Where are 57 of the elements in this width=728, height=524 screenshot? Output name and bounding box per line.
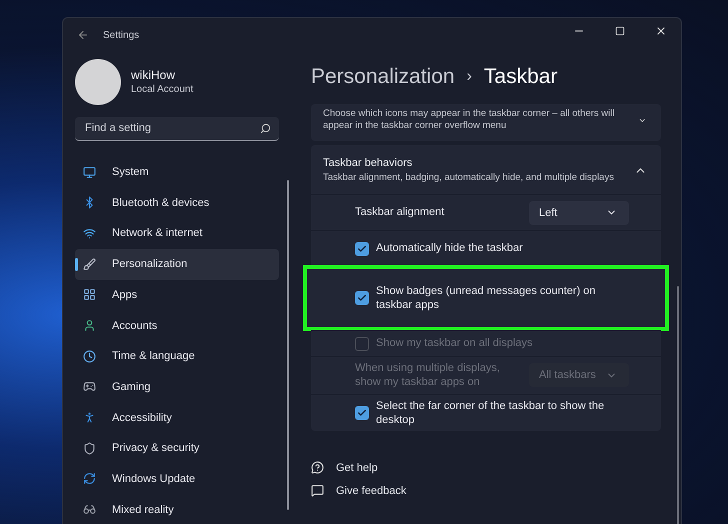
refresh-icon (83, 472, 96, 486)
checkbox-label: Select the far corner of the taskbar to show the desktop (376, 398, 606, 428)
search-input[interactable]: Find a setting (83, 121, 247, 136)
card-description: Choose which icons may appear in the taskbar corner – all others will appear in the taskbar corner overflow menu (323, 108, 616, 133)
footer-link[interactable]: Get help (336, 462, 378, 474)
glasses-icon (83, 503, 96, 516)
maximize-icon[interactable] (615, 26, 625, 36)
brush-icon (83, 258, 96, 271)
sidebar-item[interactable]: Personalization (75, 248, 279, 280)
card-title: Taskbar behaviors (323, 156, 414, 169)
gamepad-icon (83, 380, 96, 394)
clock-icon (83, 350, 96, 363)
close-icon[interactable] (655, 25, 667, 37)
checkbox-label: Show my taskbar on all displays (376, 336, 533, 351)
grid-icon (83, 288, 96, 302)
bluetooth-icon (83, 196, 96, 210)
search-field[interactable]: Find a setting (75, 116, 279, 141)
sidebar-item[interactable]: Privacy & security (75, 432, 279, 464)
checkbox[interactable] (355, 291, 369, 306)
window-title: Settings (103, 30, 140, 41)
help-icon (311, 461, 324, 474)
account-name: wikiHow (131, 68, 176, 82)
shield-icon (83, 442, 96, 455)
selection-indicator (75, 258, 78, 271)
sidebar-item[interactable]: Apps (75, 280, 279, 310)
accessibility-icon (83, 411, 96, 424)
sidebar-item[interactable]: Time & language (75, 340, 279, 372)
search-icon (260, 122, 271, 134)
sidebar-item[interactable]: Accounts (75, 310, 279, 341)
monitor-icon (83, 166, 96, 179)
setting-label: Taskbar alignment (355, 205, 444, 220)
sidebar-item[interactable]: Mixed reality (75, 494, 279, 524)
checkbox[interactable] (355, 242, 369, 256)
checkbox[interactable] (355, 406, 369, 420)
breadcrumb-parent[interactable]: Personalization (311, 65, 455, 89)
checkbox-label: Show badges (unread messages counter) on taskbar apps (376, 284, 597, 312)
footer-link[interactable]: Give feedback (336, 484, 406, 497)
back-icon[interactable] (77, 29, 89, 42)
dropdown[interactable]: Left (529, 200, 629, 225)
sidebar-item[interactable]: Network & internet (75, 218, 279, 249)
sidebar-item[interactable]: Bluetooth & devices (75, 187, 279, 218)
sidebar-item[interactable]: Accessibility (75, 402, 279, 433)
sidebar-item[interactable]: System (75, 156, 279, 188)
account-type: Local Account (131, 84, 194, 96)
sidebar-item[interactable]: Windows Update (75, 464, 279, 494)
page-title: Taskbar (484, 65, 558, 89)
setting-label: When using multiple displays, show my taskbar apps on (355, 361, 501, 390)
breadcrumb-separator: › (466, 68, 472, 86)
card-description: Taskbar alignment, badging, automatically hide, and multiple displays (323, 172, 614, 184)
check-icon (357, 408, 367, 418)
avatar (75, 58, 121, 105)
check-icon (357, 293, 367, 304)
feedback-icon (311, 484, 324, 498)
check-icon (357, 244, 367, 254)
sidebar-item[interactable]: Gaming (75, 372, 279, 402)
person-icon (83, 319, 96, 332)
checkbox-label: Automatically hide the taskbar (376, 241, 523, 256)
